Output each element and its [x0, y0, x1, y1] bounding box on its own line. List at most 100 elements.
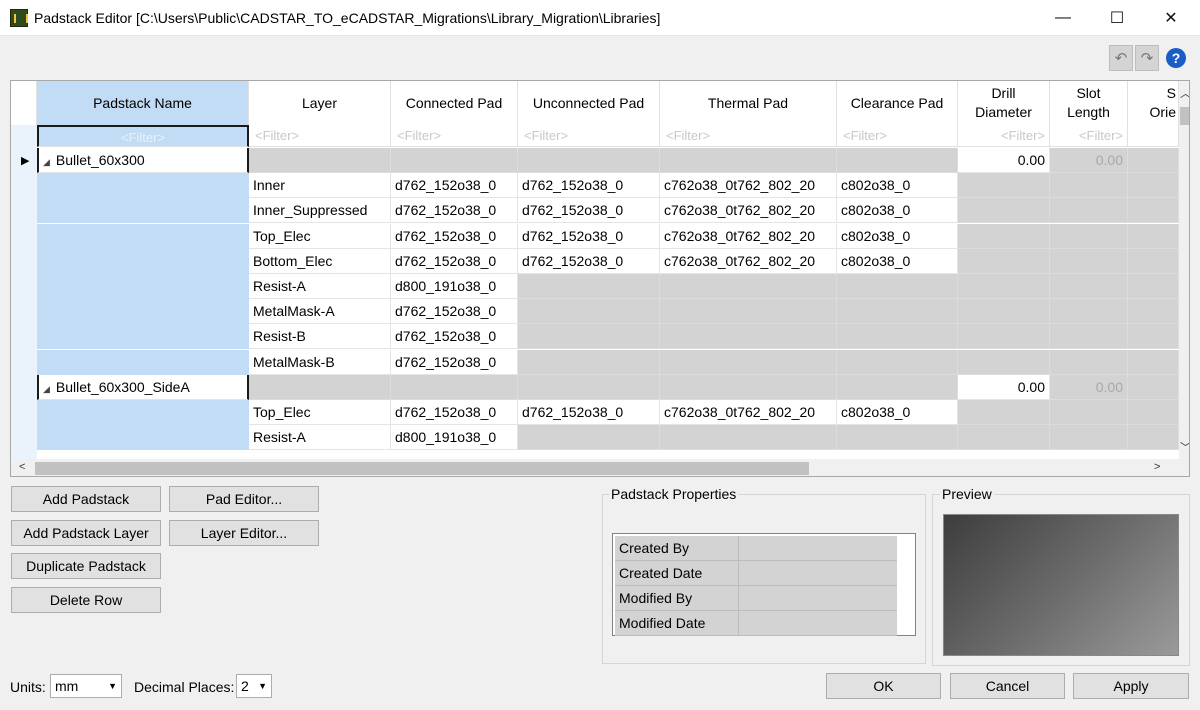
- layer-row[interactable]: Inner d762_152o38_0 d762_152o38_0 c762o38_0…: [11, 173, 1189, 199]
- padstack-name-cell[interactable]: [37, 198, 249, 224]
- clearance-cell[interactable]: [837, 374, 958, 400]
- filter-clearance-pad[interactable]: <Filter>: [837, 125, 958, 147]
- slot-cell[interactable]: [1050, 248, 1128, 274]
- drill-cell[interactable]: [958, 324, 1050, 350]
- vertical-scrollbar[interactable]: ︿ ﹀: [1179, 81, 1189, 459]
- orient-cell[interactable]: [1128, 148, 1179, 173]
- column-header-clearance-pad[interactable]: Clearance Pad: [837, 81, 958, 125]
- slot-length-cell[interactable]: 0.00: [1050, 374, 1128, 400]
- property-value[interactable]: [739, 561, 897, 586]
- column-header-padstack-name[interactable]: Padstack Name: [37, 81, 249, 125]
- orient-cell[interactable]: [1128, 324, 1179, 350]
- filter-layer[interactable]: <Filter>: [249, 125, 391, 147]
- layer-row[interactable]: Top_Elec d762_152o38_0 d762_152o38_0 c762o3…: [11, 223, 1189, 249]
- padstack-name-cell[interactable]: [37, 425, 249, 451]
- drill-cell[interactable]: [958, 198, 1050, 224]
- connected-cell[interactable]: [391, 374, 518, 400]
- drill-diameter-cell[interactable]: 0.00: [958, 148, 1050, 173]
- slot-cell[interactable]: [1050, 324, 1128, 350]
- drill-cell[interactable]: [958, 349, 1050, 375]
- thermal-cell[interactable]: [660, 299, 837, 325]
- clearance-cell[interactable]: [837, 349, 958, 375]
- drill-diameter-cell[interactable]: 0.00: [958, 374, 1050, 400]
- layer-cell[interactable]: Top_Elec: [249, 400, 391, 425]
- drill-cell[interactable]: [958, 400, 1050, 425]
- filter-unconnected-pad[interactable]: <Filter>: [518, 125, 660, 147]
- property-value[interactable]: [739, 611, 897, 636]
- orient-cell[interactable]: [1128, 274, 1179, 299]
- drill-cell[interactable]: [958, 223, 1050, 249]
- thermal-cell[interactable]: [660, 148, 837, 173]
- layer-editor-button[interactable]: Layer Editor...: [169, 520, 319, 546]
- scroll-up-icon[interactable]: ︿: [1180, 85, 1189, 101]
- clearance-cell[interactable]: c802o38_0: [837, 248, 958, 274]
- drill-cell[interactable]: [958, 173, 1050, 199]
- thermal-cell[interactable]: [660, 349, 837, 375]
- column-header-unconnected-pad[interactable]: Unconnected Pad: [518, 81, 660, 125]
- thermal-cell[interactable]: c762o38_0t762_802_20: [660, 400, 837, 425]
- help-icon[interactable]: ?: [1166, 48, 1186, 68]
- padstack-name-cell[interactable]: [37, 324, 249, 350]
- padstack-name-cell[interactable]: [37, 223, 249, 249]
- ok-button[interactable]: OK: [826, 673, 941, 699]
- orient-cell[interactable]: [1128, 173, 1179, 199]
- pad-editor-button[interactable]: Pad Editor...: [169, 486, 319, 512]
- connected-cell[interactable]: d762_152o38_0: [391, 223, 518, 249]
- orient-cell[interactable]: [1128, 349, 1179, 375]
- orient-cell[interactable]: [1128, 400, 1179, 425]
- unconnected-cell[interactable]: [518, 148, 660, 173]
- thermal-cell[interactable]: [660, 425, 837, 451]
- unconnected-cell[interactable]: d762_152o38_0: [518, 400, 660, 425]
- minimize-button[interactable]: —: [1036, 0, 1090, 36]
- padstack-grid[interactable]: Padstack Name Layer Connected Pad Unconn…: [10, 80, 1190, 477]
- collapse-icon[interactable]: ◢: [43, 150, 50, 172]
- slot-cell[interactable]: [1050, 274, 1128, 299]
- clearance-cell[interactable]: c802o38_0: [837, 400, 958, 425]
- unconnected-cell[interactable]: [518, 425, 660, 451]
- slot-cell[interactable]: [1050, 400, 1128, 425]
- thermal-cell[interactable]: c762o38_0t762_802_20: [660, 223, 837, 249]
- filter-slot-length[interactable]: <Filter>: [1050, 125, 1128, 147]
- layer-row[interactable]: MetalMask-B d762_152o38_0: [11, 349, 1189, 375]
- filter-drill-diameter[interactable]: <Filter>: [958, 125, 1050, 147]
- collapse-icon[interactable]: ◢: [43, 377, 50, 399]
- layer-row[interactable]: Bottom_Elec d762_152o38_0 d762_152o38_0 c76…: [11, 248, 1189, 274]
- padstack-name-cell[interactable]: [37, 400, 249, 425]
- slot-cell[interactable]: [1050, 173, 1128, 199]
- clearance-cell[interactable]: [837, 148, 958, 173]
- column-header-thermal-pad[interactable]: Thermal Pad: [660, 81, 837, 125]
- padstack-name-cell[interactable]: ◢ Bullet_60x300_SideA: [37, 374, 249, 400]
- orient-cell[interactable]: [1128, 248, 1179, 274]
- unconnected-cell[interactable]: d762_152o38_0: [518, 248, 660, 274]
- drill-cell[interactable]: [958, 299, 1050, 325]
- drill-cell[interactable]: [958, 248, 1050, 274]
- connected-cell[interactable]: d762_152o38_0: [391, 349, 518, 375]
- unconnected-cell[interactable]: [518, 324, 660, 350]
- column-header-drill-diameter[interactable]: Drill Diameter: [958, 81, 1050, 125]
- horizontal-scrollbar[interactable]: < >: [11, 459, 1189, 476]
- connected-cell[interactable]: d762_152o38_0: [391, 299, 518, 325]
- unconnected-cell[interactable]: d762_152o38_0: [518, 198, 660, 224]
- close-button[interactable]: ✕: [1144, 0, 1198, 36]
- layer-cell[interactable]: Inner_Suppressed: [249, 198, 391, 224]
- horizontal-scroll-thumb[interactable]: [35, 462, 809, 475]
- column-header-slot-orientation[interactable]: S Orie: [1128, 81, 1179, 125]
- column-header-connected-pad[interactable]: Connected Pad: [391, 81, 518, 125]
- maximize-button[interactable]: ☐: [1090, 0, 1144, 36]
- thermal-cell[interactable]: [660, 274, 837, 299]
- column-header-layer[interactable]: Layer: [249, 81, 391, 125]
- layer-cell[interactable]: Resist-B: [249, 324, 391, 350]
- thermal-cell[interactable]: [660, 374, 837, 400]
- layer-cell[interactable]: MetalMask-A: [249, 299, 391, 325]
- layer-row[interactable]: Inner_Suppressed d762_152o38_0 d762_152o38…: [11, 198, 1189, 224]
- slot-cell[interactable]: [1050, 349, 1128, 375]
- property-value[interactable]: [739, 586, 897, 611]
- padstack-name-cell[interactable]: [37, 349, 249, 375]
- filter-connected-pad[interactable]: <Filter>: [391, 125, 518, 147]
- slot-cell[interactable]: [1050, 425, 1128, 451]
- scroll-right-icon[interactable]: >: [1154, 461, 1160, 473]
- drill-cell[interactable]: [958, 425, 1050, 451]
- thermal-cell[interactable]: [660, 324, 837, 350]
- connected-cell[interactable]: d762_152o38_0: [391, 173, 518, 199]
- scroll-down-icon[interactable]: ﹀: [1180, 439, 1189, 455]
